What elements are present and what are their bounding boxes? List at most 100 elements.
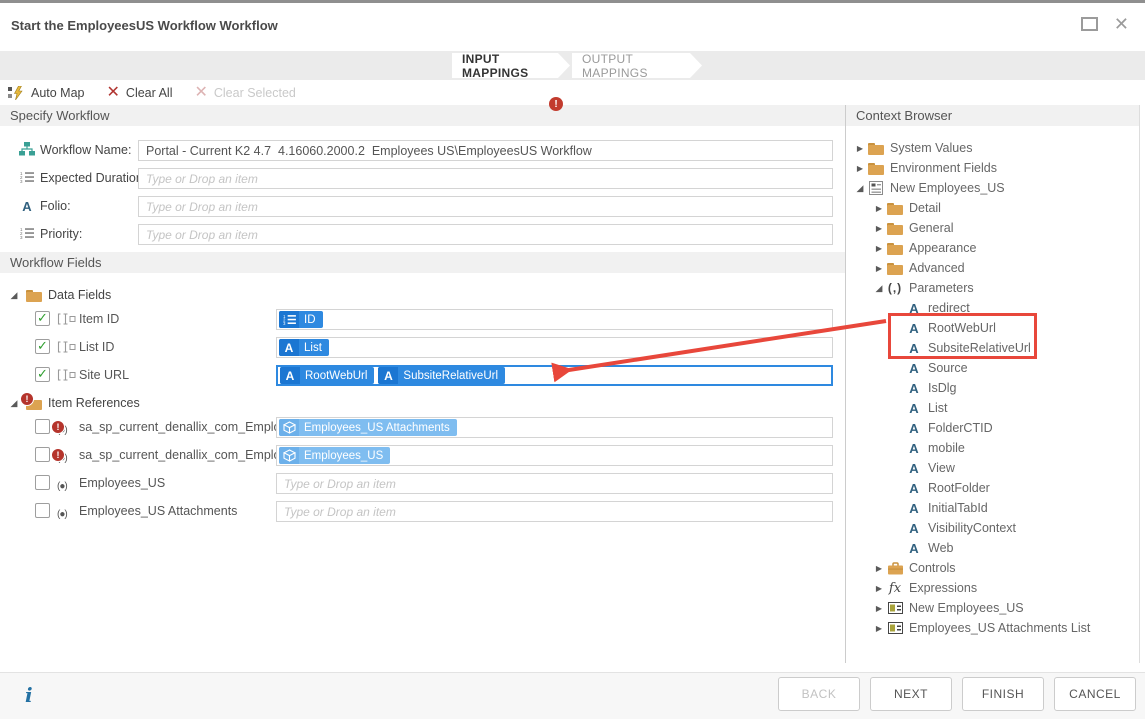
row-label: Employees_US Attachments	[79, 504, 237, 518]
row-checkbox[interactable]	[35, 367, 50, 382]
row-checkbox[interactable]	[35, 339, 50, 354]
clear-all-button[interactable]: ✕ Clear All	[107, 86, 173, 100]
tree-item-view[interactable]: AView	[846, 458, 1139, 478]
folio-input[interactable]: Type or Drop an item	[138, 196, 833, 217]
tree-item-isdlg[interactable]: AIsDlg	[846, 378, 1139, 398]
clear-selected-button[interactable]: ✕ Clear Selected	[194, 86, 295, 100]
next-button[interactable]: NEXT	[870, 677, 952, 711]
tree-item-environment-fields[interactable]: ▶ Environment Fields	[846, 158, 1139, 178]
window-controls	[1081, 17, 1129, 31]
listview-icon	[888, 622, 903, 634]
tree-item-appearance[interactable]: ▶Appearance	[846, 238, 1139, 258]
mapping-input[interactable]: AList	[276, 337, 833, 358]
tree-item-source[interactable]: ASource	[846, 358, 1139, 378]
folder-icon	[887, 202, 903, 215]
caret-expanded-icon[interactable]: ◢	[873, 283, 885, 294]
tree-item-mobile[interactable]: Amobile	[846, 438, 1139, 458]
param-icon: A	[909, 502, 918, 515]
tree-item-list[interactable]: AList	[846, 398, 1139, 418]
tree-item-visibilitycontext[interactable]: AVisibilityContext	[846, 518, 1139, 538]
field-row-workflow-name: Workflow Name:Portal - Current K2 4.7 4.…	[0, 140, 845, 161]
chip-label: RootWebUrl	[305, 370, 367, 382]
tree-item-web[interactable]: AWeb	[846, 538, 1139, 558]
caret-collapsed-icon[interactable]: ▶	[873, 584, 885, 593]
row-checkbox[interactable]	[35, 447, 50, 462]
tree-item-general[interactable]: ▶General	[846, 218, 1139, 238]
back-button[interactable]: BACK	[778, 677, 860, 711]
tree-item-parameters[interactable]: ◢(,)Parameters	[846, 278, 1139, 298]
tree-item-employees-us-attachments-list[interactable]: ▶ Employees_US Attachments List	[846, 618, 1139, 638]
mapping-chip[interactable]: ARootWebUrl	[280, 367, 374, 384]
tab-output-mappings[interactable]: OUTPUT MAPPINGS	[572, 53, 702, 78]
caret-collapsed-icon[interactable]: ▶	[873, 264, 885, 273]
chip-label: List	[304, 342, 322, 354]
expected-duration-input[interactable]: Type or Drop an item	[138, 168, 833, 189]
tree-item-controls[interactable]: ▶Controls	[846, 558, 1139, 578]
mapping-chip[interactable]: Employees_US Attachments	[279, 419, 457, 436]
tree-item-initialtabid[interactable]: AInitialTabId	[846, 498, 1139, 518]
tree-item-label: Employees_US Attachments List	[909, 621, 1090, 635]
folder-icon	[887, 242, 903, 255]
caret-collapsed-icon[interactable]: ▶	[873, 624, 885, 633]
row-checkbox[interactable]	[35, 503, 50, 518]
caret-collapsed-icon[interactable]: ▶	[873, 604, 885, 613]
tree-item-label: Environment Fields	[890, 161, 997, 175]
tree-item-new-employees-us[interactable]: ◢New Employees_US	[846, 178, 1139, 198]
caret-collapsed-icon[interactable]: ▶	[873, 224, 885, 233]
caret-expanded-icon[interactable]: ◢	[8, 398, 20, 409]
tree-item-label: System Values	[890, 141, 972, 155]
row-checkbox[interactable]	[35, 311, 50, 326]
tree-item-folderctid[interactable]: AFolderCTID	[846, 418, 1139, 438]
fieldref-icon	[57, 313, 76, 325]
caret-collapsed-icon[interactable]: ▶	[873, 204, 885, 213]
mapping-chip[interactable]: ASubsiteRelativeUrl	[378, 367, 505, 384]
tree-item-label: SubsiteRelativeUrl	[928, 341, 1031, 355]
caret-expanded-icon[interactable]: ◢	[854, 183, 866, 194]
tree-item-system-values[interactable]: ▶ System Values	[846, 138, 1139, 158]
close-icon[interactable]	[1114, 17, 1129, 31]
tree-item-detail[interactable]: ▶Detail	[846, 198, 1139, 218]
tree-item-subsiterelativeurl[interactable]: ASubsiteRelativeUrl	[846, 338, 1139, 358]
tree-item-expressions[interactable]: ▶fxExpressions	[846, 578, 1139, 598]
auto-map-button[interactable]: Auto Map	[8, 86, 85, 100]
maximize-icon[interactable]	[1081, 17, 1098, 31]
tree-item-rootweburl[interactable]: ARootWebUrl	[846, 318, 1139, 338]
mapping-input[interactable]: Type or Drop an item	[276, 501, 833, 522]
mapping-input[interactable]: 123ID	[276, 309, 833, 330]
tree-item-rootfolder[interactable]: ARootFolder	[846, 478, 1139, 498]
clear-all-label: Clear All	[126, 86, 173, 100]
mapping-input[interactable]: ARootWebUrlASubsiteRelativeUrl	[276, 365, 833, 386]
caret-collapsed-icon[interactable]: ▶	[873, 244, 885, 253]
chip-label: SubsiteRelativeUrl	[403, 370, 498, 382]
group-header: ◢!Item References	[0, 393, 845, 413]
caret-expanded-icon[interactable]: ◢	[8, 290, 20, 301]
mapping-input[interactable]: Employees_US	[276, 445, 833, 466]
mapping-chip[interactable]: 123ID	[279, 311, 323, 328]
caret-collapsed-icon[interactable]: ▶	[873, 564, 885, 573]
mapping-chip[interactable]: Employees_US	[279, 447, 390, 464]
context-browser: Context Browser ▶System Values▶Environme…	[845, 105, 1140, 663]
param-icon: A	[909, 522, 918, 535]
mapping-chip[interactable]: AList	[279, 339, 329, 356]
priority-input[interactable]: Type or Drop an item	[138, 224, 833, 245]
cancel-button[interactable]: CANCEL	[1054, 677, 1136, 711]
row-checkbox[interactable]	[35, 475, 50, 490]
tree-item-advanced[interactable]: ▶Advanced	[846, 258, 1139, 278]
caret-collapsed-icon[interactable]: ▶	[854, 164, 866, 173]
field-row-expected-duration: 123Expected Duration:Type or Drop an ite…	[0, 168, 845, 189]
svg-text:3: 3	[20, 235, 23, 239]
numlist-icon: 123	[18, 227, 36, 239]
tab-input-mappings[interactable]: INPUT MAPPINGS	[452, 53, 570, 78]
caret-collapsed-icon[interactable]: ▶	[854, 144, 866, 153]
itemref-error-icon: (●)!	[57, 425, 67, 436]
folder-icon	[887, 262, 903, 275]
row-checkbox[interactable]	[35, 419, 50, 434]
cube-icon	[283, 421, 296, 434]
mapping-input[interactable]: Type or Drop an item	[276, 473, 833, 494]
field-mapping-row: List IDAList	[0, 337, 845, 358]
mapping-input[interactable]: Employees_US Attachments	[276, 417, 833, 438]
tree-item-new-employees-us[interactable]: ▶New Employees_US	[846, 598, 1139, 618]
tree-item-redirect[interactable]: Aredirect	[846, 298, 1139, 318]
workflow-name-input[interactable]: Portal - Current K2 4.7 4.16060.2000.2 E…	[138, 140, 833, 161]
finish-button[interactable]: FINISH	[962, 677, 1044, 711]
